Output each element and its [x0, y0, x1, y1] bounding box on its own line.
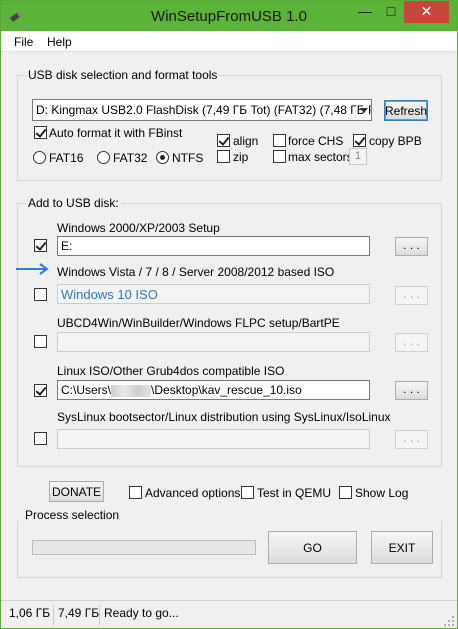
windows-xp-browse-button[interactable]: . . .	[395, 237, 428, 256]
status-separator	[53, 605, 54, 625]
fat32-radio[interactable]	[97, 151, 110, 164]
copy-bpb-checkbox[interactable]	[353, 134, 366, 147]
zip-label: zip	[233, 150, 249, 164]
max-sectors-label: max sectors	[288, 150, 353, 164]
close-button[interactable]: ✕	[404, 1, 449, 23]
windows-xp-path[interactable]: E:	[57, 236, 370, 256]
zip-checkbox[interactable]	[217, 150, 230, 163]
ubcd4win-path[interactable]	[57, 332, 370, 352]
syslinux-checkbox[interactable]	[34, 432, 47, 445]
menu-bar: File Help	[1, 32, 457, 52]
max-sectors-checkbox[interactable]	[273, 150, 286, 163]
title-bar[interactable]: WinSetupFromUSB 1.0 — □ ✕	[1, 1, 457, 31]
progress-bar	[32, 540, 256, 555]
maximize-button[interactable]: □	[378, 1, 404, 23]
ubcd4win-label: UBCD4Win/WinBuilder/Windows FLPC setup/B…	[57, 316, 340, 330]
menu-file[interactable]: File	[14, 35, 33, 49]
exit-button[interactable]: EXIT	[371, 531, 433, 564]
copy-bpb-label: copy BPB	[369, 134, 422, 148]
linux-iso-checkbox[interactable]	[34, 384, 47, 397]
windows-xp-checkbox[interactable]	[34, 239, 47, 252]
status-message: Ready to go...	[104, 606, 179, 620]
add-group-title: Add to USB disk:	[26, 196, 121, 210]
chevron-down-icon	[360, 108, 368, 113]
test-qemu-label: Test in QEMU	[257, 486, 332, 500]
ubcd4win-checkbox[interactable]	[34, 335, 47, 348]
windows-vista-checkbox[interactable]	[34, 288, 47, 301]
donate-button[interactable]: DONATE	[49, 481, 104, 502]
show-log-checkbox[interactable]	[339, 486, 352, 499]
linux-iso-browse-button[interactable]: . . .	[395, 381, 428, 400]
windows-vista-path[interactable]: Windows 10 ISO	[57, 284, 370, 304]
usb-group-title: USB disk selection and format tools	[26, 68, 220, 82]
windows-vista-browse-button[interactable]: . . .	[395, 286, 428, 305]
ubcd4win-browse-button[interactable]: . . .	[395, 333, 428, 352]
fat16-radio[interactable]	[33, 151, 46, 164]
fat32-label: FAT32	[113, 151, 148, 165]
force-chs-label: force CHS	[288, 134, 344, 148]
go-button[interactable]: GO	[268, 531, 357, 564]
align-label: align	[233, 134, 259, 148]
fat16-label: FAT16	[49, 151, 84, 165]
linux-iso-path-suffix: \Desktop\kav_rescue_10.iso	[151, 383, 302, 397]
windows-xp-label: Windows 2000/XP/2003 Setup	[57, 221, 220, 235]
syslinux-path[interactable]	[57, 429, 370, 449]
advanced-options-label: Advanced options	[145, 486, 241, 500]
status-bar: 1,06 ГБ 7,49 ГБ Ready to go...	[1, 600, 457, 628]
refresh-button[interactable]: Refresh	[384, 100, 428, 121]
windows-vista-label: Windows Vista / 7 / 8 / Server 2008/2012…	[57, 265, 335, 279]
max-sectors-input[interactable]: 1	[349, 148, 367, 165]
usb-disk-select[interactable]: D: Kingmax USB2.0 FlashDisk (7,49 ГБ Tot…	[32, 99, 372, 121]
show-log-label: Show Log	[355, 486, 409, 500]
syslinux-label: SysLinux bootsector/Linux distribution u…	[57, 410, 391, 424]
status-free-space: 1,06 ГБ	[9, 606, 51, 620]
usb-disk-value: D: Kingmax USB2.0 FlashDisk (7,49 ГБ Tot…	[36, 103, 372, 117]
process-selection-title: Process selection	[25, 508, 120, 522]
minimize-button[interactable]: —	[352, 1, 378, 23]
syslinux-browse-button[interactable]: . . .	[395, 430, 428, 449]
status-separator	[99, 605, 100, 625]
arrow-right-icon	[16, 263, 49, 275]
force-chs-checkbox[interactable]	[273, 134, 286, 147]
status-disk-size: 7,49 ГБ	[58, 606, 100, 620]
resize-grip-icon[interactable]	[443, 615, 455, 627]
auto-format-label: Auto format it with FBinst	[49, 126, 183, 140]
auto-format-checkbox[interactable]	[34, 126, 47, 139]
linux-iso-path-prefix: C:\Users\	[61, 383, 112, 397]
menu-help[interactable]: Help	[47, 35, 72, 49]
advanced-options-checkbox[interactable]	[129, 486, 142, 499]
app-window: WinSetupFromUSB 1.0 — □ ✕ File Help USB …	[0, 0, 458, 629]
align-checkbox[interactable]	[217, 134, 230, 147]
redacted-username	[111, 384, 152, 397]
test-qemu-checkbox[interactable]	[241, 486, 254, 499]
ntfs-radio[interactable]	[156, 151, 169, 164]
linux-iso-path[interactable]: C:\Users\ \Desktop\kav_rescue_10.iso	[57, 380, 370, 400]
linux-iso-label: Linux ISO/Other Grub4dos compatible ISO	[57, 364, 285, 378]
ntfs-label: NTFS	[172, 151, 204, 165]
